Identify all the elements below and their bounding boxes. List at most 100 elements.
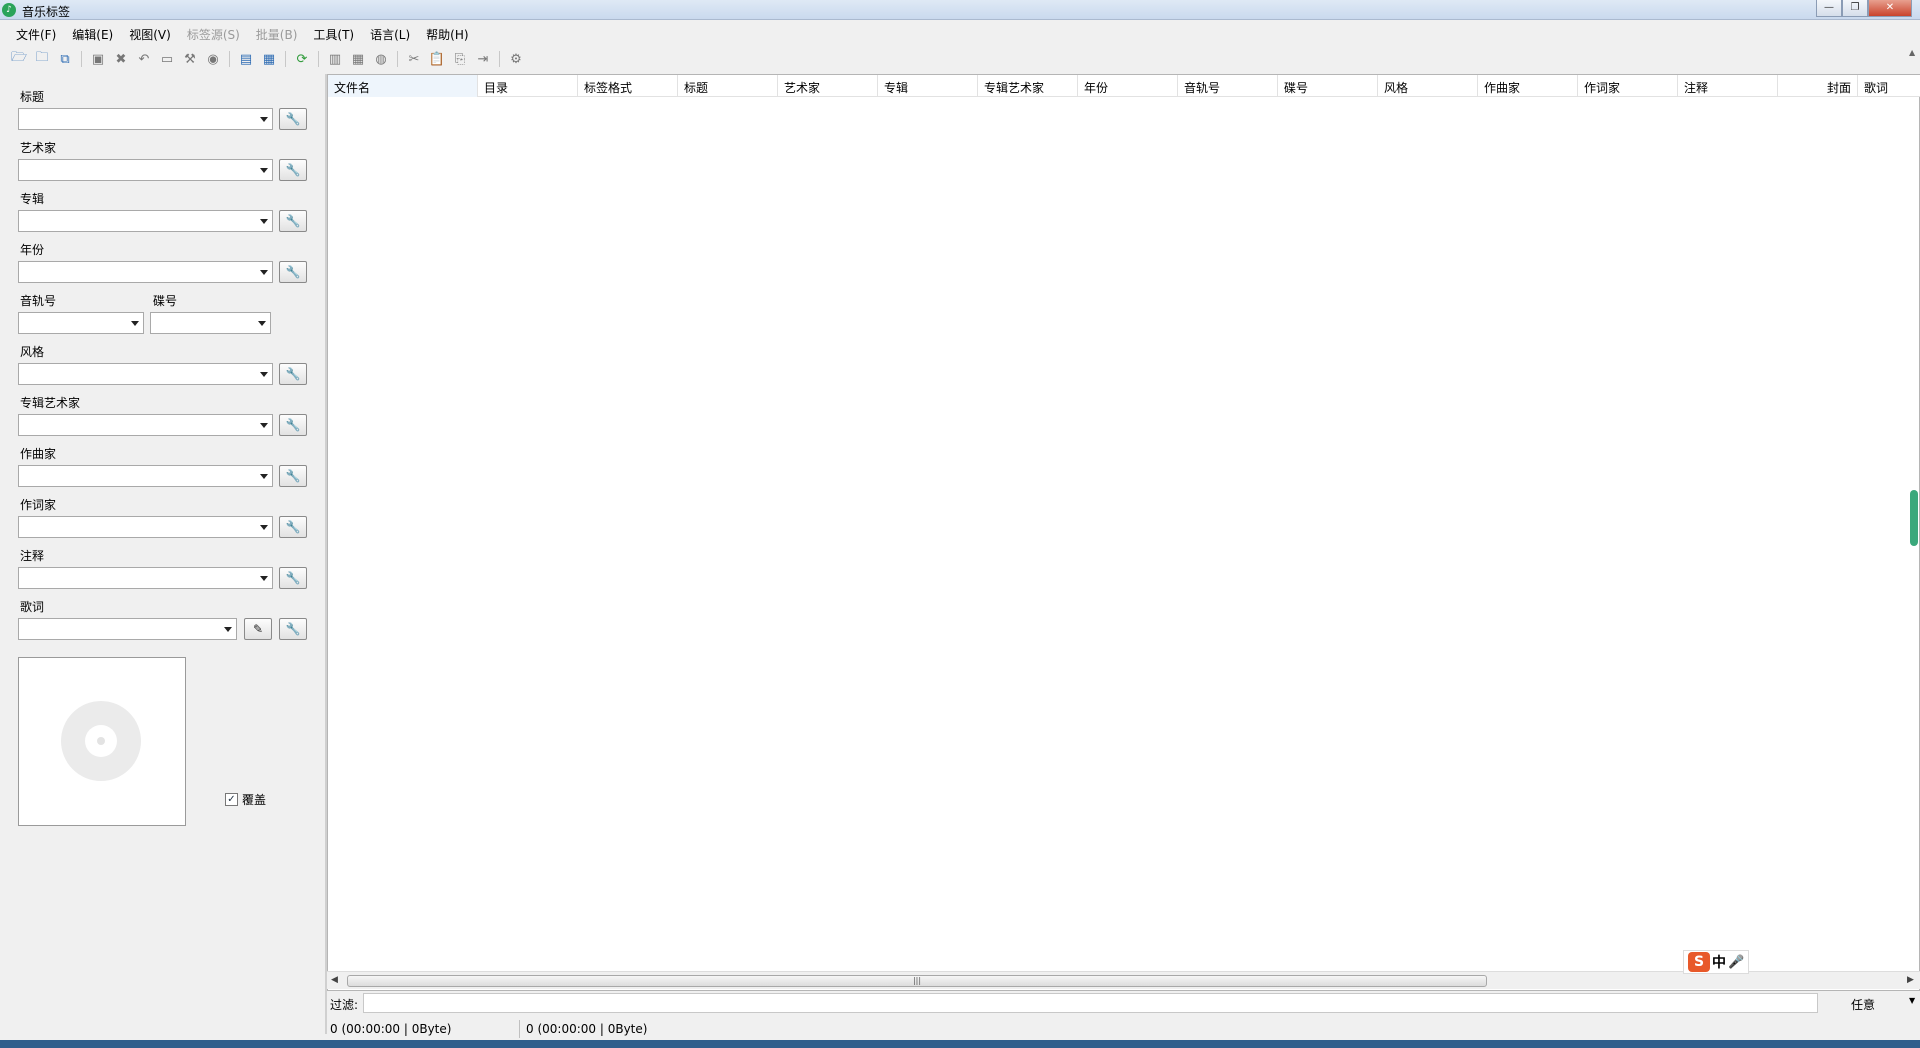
dropdown-arrow-icon[interactable] xyxy=(260,372,268,377)
column-track[interactable]: 音轨号 xyxy=(1178,75,1278,97)
overwrite-cover-checkbox[interactable]: ✓ 覆盖 xyxy=(225,791,266,808)
microphone-icon[interactable]: 🎤 xyxy=(1728,955,1744,970)
title-combo[interactable] xyxy=(18,108,273,130)
comment-combo[interactable] xyxy=(18,567,273,589)
album-artist-combo[interactable] xyxy=(18,414,273,436)
menu-tools[interactable]: 工具(T) xyxy=(305,22,362,46)
open-folder-icon[interactable]: 🗁 xyxy=(10,50,28,68)
lyricist-combo[interactable] xyxy=(18,516,273,538)
lyricist-tool-button[interactable]: 🔧 xyxy=(279,516,307,538)
dropdown-arrow-icon[interactable] xyxy=(260,576,268,581)
minimize-button[interactable]: — xyxy=(1816,0,1842,17)
scroll-left-arrow-icon[interactable]: ◀ xyxy=(331,975,338,985)
scroll-right-arrow-icon[interactable]: ▶ xyxy=(1907,975,1914,985)
dropdown-arrow-icon[interactable] xyxy=(258,321,266,326)
year-tool-button[interactable]: 🔧 xyxy=(279,261,307,283)
scrollbar-thumb[interactable]: ||| xyxy=(347,975,1487,987)
chevron-down-icon[interactable]: ▼ xyxy=(1909,996,1915,1005)
disc-combo[interactable] xyxy=(150,312,271,334)
dropdown-arrow-icon[interactable] xyxy=(260,525,268,530)
file-list-grid[interactable]: ˆ文件名 目录 标签格式 标题 艺术家 专辑 专辑艺术家 年份 音轨号 碟号 风… xyxy=(327,74,1920,991)
wrench-icon: 🔧 xyxy=(286,418,301,432)
column-comment[interactable]: 注释 xyxy=(1678,75,1778,97)
dropdown-arrow-icon[interactable] xyxy=(260,168,268,173)
save-icon[interactable]: ▣ xyxy=(89,50,107,68)
copy-icon[interactable]: ⎘ xyxy=(451,50,469,68)
ime-mode[interactable]: 中 xyxy=(1712,952,1726,972)
track-combo[interactable] xyxy=(18,312,144,334)
grid-view-icon[interactable]: ▦ xyxy=(260,50,278,68)
paste-icon[interactable]: 📋 xyxy=(428,50,446,68)
dropdown-arrow-icon[interactable] xyxy=(224,627,232,632)
checkbox-checked-icon[interactable]: ✓ xyxy=(225,793,238,806)
composer-combo[interactable] xyxy=(18,465,273,487)
web-source-icon[interactable]: ◍ xyxy=(372,50,390,68)
lyrics-tool-button[interactable]: 🔧 xyxy=(279,618,307,640)
restore-button[interactable]: ❐ xyxy=(1842,0,1868,17)
tools-icon[interactable]: ⚒ xyxy=(181,50,199,68)
album-artist-tool-button[interactable]: 🔧 xyxy=(279,414,307,436)
column-filename[interactable]: ˆ文件名 xyxy=(328,75,478,97)
horizontal-scrollbar[interactable]: ◀ ||| ▶ xyxy=(327,971,1920,989)
comment-tool-button[interactable]: 🔧 xyxy=(279,567,307,589)
filter-mode-dropdown[interactable]: 任意 xyxy=(1851,996,1875,1013)
ime-toolbar[interactable]: S 中 🎤 xyxy=(1683,950,1749,974)
column-title[interactable]: 标题 xyxy=(678,75,778,97)
dropdown-arrow-icon[interactable] xyxy=(260,423,268,428)
delete-icon[interactable]: ✖ xyxy=(112,50,130,68)
column-year[interactable]: 年份 xyxy=(1078,75,1178,97)
album-combo[interactable] xyxy=(18,210,273,232)
dropdown-arrow-icon[interactable] xyxy=(131,321,139,326)
filter-input[interactable] xyxy=(363,993,1818,1013)
menu-language[interactable]: 语言(L) xyxy=(362,22,418,46)
column-lyrics[interactable]: 歌词 xyxy=(1858,75,1920,97)
export-icon[interactable]: ⇥ xyxy=(474,50,492,68)
album-tool-button[interactable]: 🔧 xyxy=(279,210,307,232)
artist-tool-button[interactable]: 🔧 xyxy=(279,159,307,181)
column-genre[interactable]: 风格 xyxy=(1378,75,1478,97)
tag-icon[interactable]: ▥ xyxy=(326,50,344,68)
column-disc[interactable]: 碟号 xyxy=(1278,75,1378,97)
menu-view[interactable]: 视图(V) xyxy=(121,22,179,46)
cd-icon[interactable]: ◉ xyxy=(204,50,222,68)
dropdown-arrow-icon[interactable] xyxy=(260,219,268,224)
settings-icon[interactable]: ⚙ xyxy=(507,50,525,68)
genre-combo[interactable] xyxy=(18,363,273,385)
artist-combo[interactable] xyxy=(18,159,273,181)
dropdown-arrow-icon[interactable] xyxy=(260,474,268,479)
column-tag-format[interactable]: 标签格式 xyxy=(578,75,678,97)
dropdown-arrow-icon[interactable] xyxy=(260,270,268,275)
list-view-icon[interactable]: ▤ xyxy=(237,50,255,68)
close-button[interactable]: ✕ xyxy=(1868,0,1912,17)
column-lyricist[interactable]: 作词家 xyxy=(1578,75,1678,97)
column-composer[interactable]: 作曲家 xyxy=(1478,75,1578,97)
genre-tool-button[interactable]: 🔧 xyxy=(279,363,307,385)
dropdown-arrow-icon[interactable] xyxy=(260,117,268,122)
cover-art-box[interactable] xyxy=(18,657,186,826)
cut-icon[interactable]: ✂ xyxy=(405,50,423,68)
undo-icon[interactable]: ↶ xyxy=(135,50,153,68)
scroll-up-arrow-icon[interactable]: ▲ xyxy=(1909,48,1915,57)
column-album-artist[interactable]: 专辑艺术家 xyxy=(978,75,1078,97)
book-icon[interactable]: ▭ xyxy=(158,50,176,68)
title-tool-button[interactable]: 🔧 xyxy=(279,108,307,130)
toolbar-separator xyxy=(318,51,319,67)
lyrics-combo[interactable] xyxy=(18,618,237,640)
add-folder-icon[interactable]: 🗀 xyxy=(33,50,51,68)
column-cover[interactable]: 封面 xyxy=(1778,75,1858,97)
sogou-logo-icon: S xyxy=(1688,952,1710,972)
column-directory[interactable]: 目录 xyxy=(478,75,578,97)
column-album[interactable]: 专辑 xyxy=(878,75,978,97)
side-drawer-tab[interactable] xyxy=(1910,490,1918,546)
menu-file[interactable]: 文件(F) xyxy=(8,22,64,46)
composer-tool-button[interactable]: 🔧 xyxy=(279,465,307,487)
menu-edit[interactable]: 编辑(E) xyxy=(64,22,121,46)
menu-help[interactable]: 帮助(H) xyxy=(418,22,476,46)
column-artist[interactable]: 艺术家 xyxy=(778,75,878,97)
refresh-icon[interactable]: ⟳ xyxy=(293,50,311,68)
wrench-icon: 🔧 xyxy=(286,163,301,177)
lyrics-edit-button[interactable]: ✎ xyxy=(244,618,272,640)
add-files-icon[interactable]: ⧉ xyxy=(56,50,74,68)
year-combo[interactable] xyxy=(18,261,273,283)
table-icon[interactable]: ▦ xyxy=(349,50,367,68)
